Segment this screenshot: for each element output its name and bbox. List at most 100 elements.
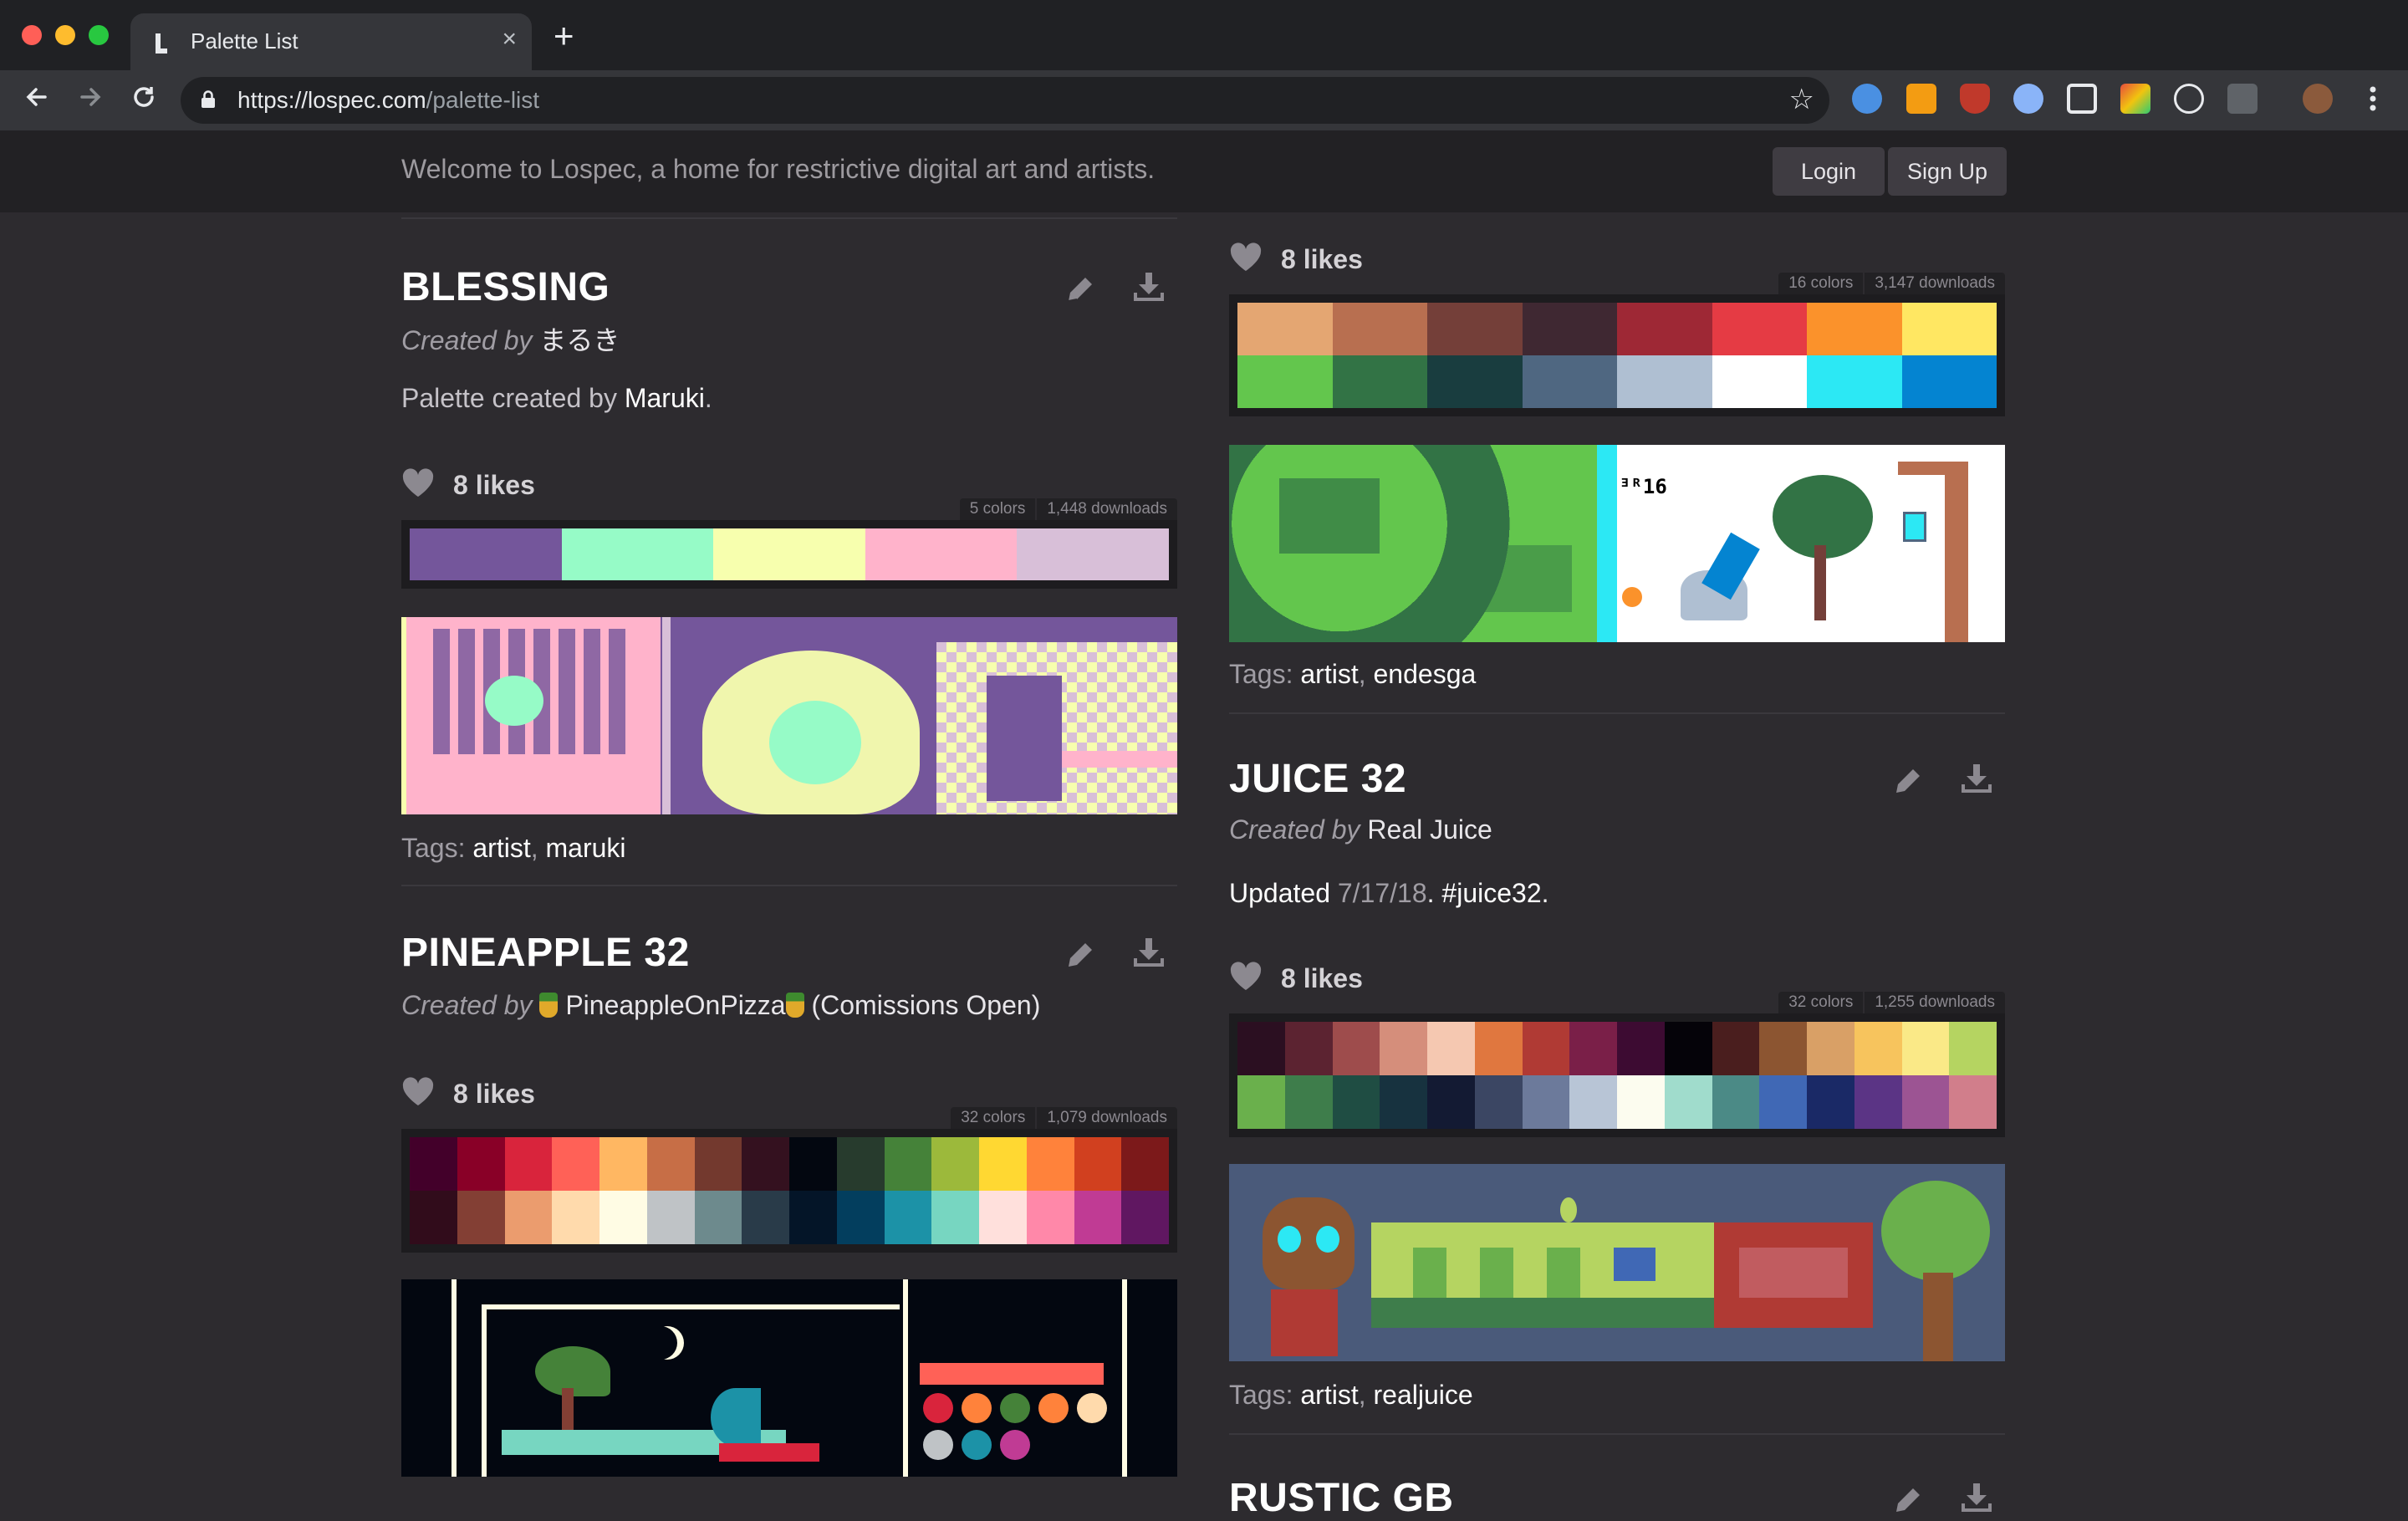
- colorzilla-icon[interactable]: [2120, 84, 2150, 114]
- color-swatch[interactable]: [1759, 1075, 1807, 1129]
- bookmark-star-icon[interactable]: ☆: [1789, 85, 1814, 114]
- address-bar[interactable]: https://lospec.com/palette-list ☆: [181, 77, 1829, 124]
- color-swatch[interactable]: [599, 1191, 647, 1244]
- color-swatch[interactable]: [1807, 1075, 1854, 1129]
- color-swatch[interactable]: [552, 1137, 599, 1191]
- tag-link[interactable]: endesga: [1374, 659, 1477, 689]
- color-swatch[interactable]: [1712, 1075, 1760, 1129]
- edit-pencil-icon[interactable]: [1890, 763, 1926, 799]
- color-swatch[interactable]: [1427, 1022, 1475, 1075]
- edit-pencil-icon[interactable]: [1062, 937, 1099, 973]
- color-swatch[interactable]: [742, 1137, 789, 1191]
- palette-example-image[interactable]: [401, 1279, 1177, 1477]
- download-icon[interactable]: [1958, 1480, 1995, 1517]
- color-swatch[interactable]: [931, 1191, 979, 1244]
- author-link[interactable]: Real Juice: [1367, 814, 1492, 845]
- palette-swatches[interactable]: [1229, 294, 2005, 416]
- tag-link[interactable]: artist: [472, 833, 530, 863]
- palette-swatches[interactable]: [401, 520, 1177, 589]
- color-swatch[interactable]: [1332, 1022, 1380, 1075]
- color-swatch[interactable]: [1854, 1022, 1902, 1075]
- color-swatch[interactable]: [1237, 355, 1333, 408]
- color-swatch[interactable]: [1427, 1075, 1475, 1129]
- menu-dots-icon[interactable]: [2358, 84, 2388, 114]
- description-link[interactable]: Maruki: [625, 383, 705, 413]
- heart-icon[interactable]: [1229, 242, 1263, 273]
- download-icon[interactable]: [1130, 269, 1167, 306]
- color-swatch[interactable]: [884, 1191, 932, 1244]
- heart-icon[interactable]: [401, 1077, 435, 1107]
- palette-title[interactable]: JUICE 32: [1229, 756, 1406, 802]
- author-link[interactable]: PineappleOnPizza: [565, 990, 785, 1020]
- color-swatch[interactable]: [1712, 1022, 1760, 1075]
- color-swatch[interactable]: [1807, 303, 1902, 355]
- color-swatch[interactable]: [1284, 1022, 1333, 1075]
- color-swatch[interactable]: [1332, 303, 1427, 355]
- react-devtools-icon[interactable]: [2174, 84, 2204, 114]
- color-swatch[interactable]: [1949, 1075, 1997, 1129]
- color-swatch[interactable]: [1617, 355, 1712, 408]
- heart-icon[interactable]: [1229, 962, 1263, 992]
- description-link[interactable]: #juice32: [1441, 878, 1541, 908]
- color-swatch[interactable]: [742, 1191, 789, 1244]
- color-swatch[interactable]: [1474, 1075, 1523, 1129]
- color-swatch[interactable]: [1664, 1075, 1712, 1129]
- color-swatch[interactable]: [410, 1191, 457, 1244]
- color-swatch[interactable]: [1712, 355, 1807, 408]
- color-swatch[interactable]: [646, 1191, 695, 1244]
- palette-title[interactable]: RUSTIC GB: [1229, 1475, 1454, 1521]
- color-swatch[interactable]: [504, 1191, 553, 1244]
- color-swatch[interactable]: [1807, 355, 1902, 408]
- color-swatch[interactable]: [1522, 1075, 1570, 1129]
- color-swatch[interactable]: [979, 1137, 1027, 1191]
- edit-pencil-icon[interactable]: [1062, 271, 1099, 308]
- author-link[interactable]: まるき: [539, 325, 620, 355]
- close-window-button[interactable]: [22, 25, 42, 45]
- color-swatch[interactable]: [789, 1191, 837, 1244]
- profile-avatar[interactable]: [2303, 84, 2333, 114]
- tag-link[interactable]: artist: [1300, 1380, 1358, 1410]
- close-tab-icon[interactable]: ×: [502, 25, 517, 54]
- color-swatch[interactable]: [1759, 1022, 1807, 1075]
- color-swatch[interactable]: [1522, 355, 1617, 408]
- palette-title[interactable]: BLESSING: [401, 264, 610, 310]
- color-swatch[interactable]: [1026, 1191, 1074, 1244]
- color-swatch[interactable]: [1237, 1022, 1285, 1075]
- palette-example-image[interactable]: [401, 617, 1177, 814]
- color-swatch[interactable]: [599, 1137, 647, 1191]
- palette-example-image[interactable]: ᴲᴿ16: [1229, 445, 2005, 642]
- readwise-icon[interactable]: [2227, 84, 2258, 114]
- color-swatch[interactable]: [1901, 1022, 1950, 1075]
- color-swatch[interactable]: [1617, 1022, 1665, 1075]
- color-swatch[interactable]: [1380, 1075, 1427, 1129]
- heart-icon[interactable]: [401, 468, 435, 498]
- color-swatch[interactable]: [1949, 1022, 1997, 1075]
- color-swatch[interactable]: [646, 1137, 695, 1191]
- color-swatch[interactable]: [1901, 1075, 1950, 1129]
- new-tab-button[interactable]: +: [554, 18, 574, 54]
- color-swatch[interactable]: [1474, 1022, 1523, 1075]
- color-swatch[interactable]: [1237, 1075, 1285, 1129]
- color-swatch[interactable]: [1617, 1075, 1665, 1129]
- signup-button[interactable]: Sign Up: [1888, 147, 2007, 196]
- color-swatch[interactable]: [1332, 1075, 1380, 1129]
- color-swatch[interactable]: [1427, 303, 1523, 355]
- download-icon[interactable]: [1130, 935, 1167, 972]
- palette-swatches[interactable]: [1229, 1013, 2005, 1137]
- color-swatch[interactable]: [1522, 303, 1617, 355]
- color-swatch[interactable]: [1807, 1022, 1854, 1075]
- reload-icon[interactable]: [127, 80, 161, 114]
- keepa-icon[interactable]: [1906, 84, 1936, 114]
- color-swatch[interactable]: [1901, 303, 1997, 355]
- color-swatch[interactable]: [1026, 1137, 1074, 1191]
- color-swatch[interactable]: [1617, 303, 1712, 355]
- color-swatch[interactable]: [1664, 1022, 1712, 1075]
- color-swatch[interactable]: [1854, 1075, 1902, 1129]
- edit-pencil-icon[interactable]: [1890, 1482, 1926, 1518]
- palette-title[interactable]: PINEAPPLE 32: [401, 930, 690, 976]
- color-swatch[interactable]: [1332, 355, 1427, 408]
- color-swatch[interactable]: [504, 1137, 553, 1191]
- color-swatch[interactable]: [1017, 528, 1169, 580]
- color-swatch[interactable]: [1121, 1191, 1169, 1244]
- color-swatch[interactable]: [410, 528, 562, 580]
